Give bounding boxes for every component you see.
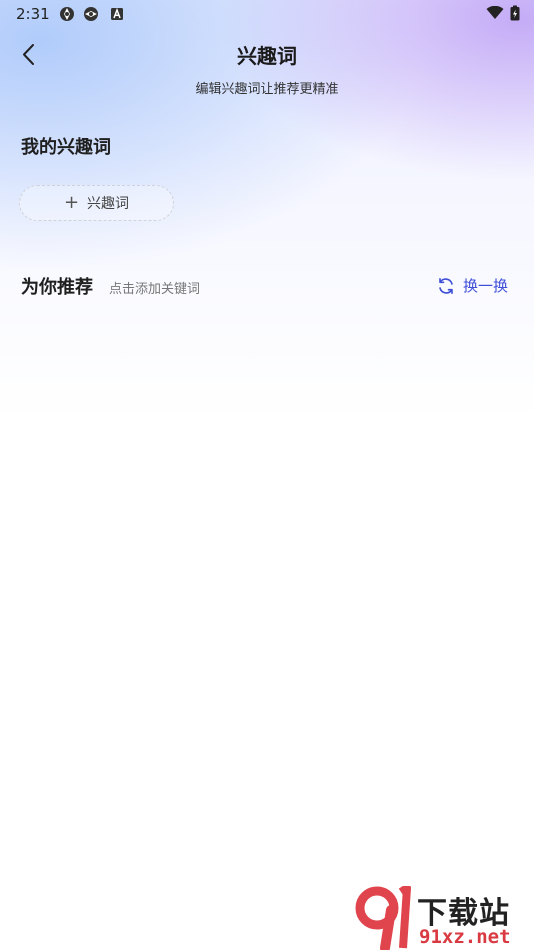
status-right-icons bbox=[486, 5, 520, 21]
wifi-icon bbox=[486, 6, 504, 19]
refresh-icon bbox=[439, 277, 453, 294]
aperture-icon bbox=[60, 7, 74, 21]
page-title: 兴趣词 bbox=[237, 44, 297, 68]
a-box-icon bbox=[111, 7, 123, 20]
status-time: 2:31 bbox=[16, 5, 50, 23]
battery-charging-icon bbox=[510, 5, 520, 21]
watermark-en-text: 91xz.net bbox=[419, 926, 511, 948]
refresh-label: 换一换 bbox=[462, 277, 508, 295]
site-watermark: 下载站 91xz.net bbox=[355, 886, 530, 950]
refresh-button[interactable]: 换一换 bbox=[437, 275, 508, 296]
aperture-icon bbox=[84, 7, 98, 21]
recommend-title: 为你推荐 bbox=[21, 277, 93, 298]
recommend-hint: 点击添加关键词 bbox=[109, 282, 201, 297]
my-interests-title: 我的兴趣词 bbox=[21, 137, 111, 158]
add-interest-label: 兴趣词 bbox=[87, 196, 130, 212]
add-interest-button[interactable]: + 兴趣词 bbox=[19, 185, 174, 221]
plus-icon: + bbox=[63, 192, 80, 213]
status-bar: 2:31 bbox=[0, 0, 534, 28]
page-subtitle: 编辑兴趣词让推荐更精准 bbox=[195, 82, 339, 97]
watermark-logo-icon bbox=[355, 886, 411, 950]
